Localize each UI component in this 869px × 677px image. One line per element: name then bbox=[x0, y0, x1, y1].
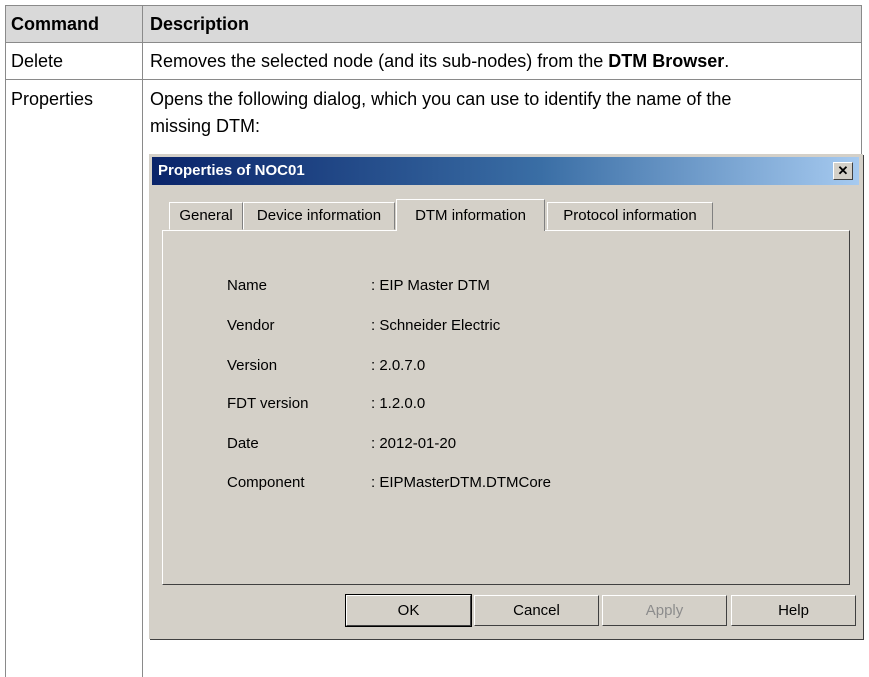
tab-general[interactable]: General bbox=[169, 202, 243, 230]
field-component-value: : EIPMasterDTM.DTMCore bbox=[371, 474, 552, 491]
table-border-top bbox=[5, 5, 862, 6]
field-date-label: Date bbox=[227, 435, 259, 452]
table-border-right bbox=[861, 5, 862, 155]
field-name-value: : EIP Master DTM bbox=[371, 277, 490, 294]
row-properties-description-line2: missing DTM: bbox=[150, 116, 261, 136]
apply-button[interactable]: Apply bbox=[602, 595, 727, 626]
ok-button[interactable]: OK bbox=[345, 594, 472, 627]
properties-dialog: Properties of NOC01 ✕ General Device inf… bbox=[149, 154, 863, 639]
row-properties-command: Properties bbox=[11, 89, 94, 109]
field-date-value: : 2012-01-20 bbox=[371, 435, 457, 452]
dtm-information-panel: Name : EIP Master DTM Vendor : Schneider… bbox=[162, 230, 850, 585]
dialog-title: Properties of NOC01 bbox=[158, 162, 305, 179]
row-delete-description: Removes the selected node (and its sub-n… bbox=[150, 48, 729, 75]
row-delete-command: Delete bbox=[11, 51, 64, 71]
cancel-button[interactable]: Cancel bbox=[474, 595, 599, 626]
table-row-divider bbox=[5, 79, 862, 80]
field-component-label: Component bbox=[227, 474, 305, 491]
field-vendor-label: Vendor bbox=[227, 317, 275, 334]
tab-device-information[interactable]: Device information bbox=[243, 202, 395, 230]
tab-protocol-information[interactable]: Protocol information bbox=[547, 202, 713, 230]
header-description: Description bbox=[150, 14, 250, 34]
dialog-title-bar[interactable]: Properties of NOC01 ✕ bbox=[152, 157, 859, 185]
field-fdt-version-label: FDT version bbox=[227, 395, 309, 412]
table-column-divider bbox=[142, 5, 143, 677]
table-header-divider bbox=[5, 42, 862, 43]
row-delete-description-text: Removes the selected node (and its sub-n… bbox=[150, 51, 609, 71]
table-header-row bbox=[5, 5, 862, 42]
help-button[interactable]: Help bbox=[731, 595, 856, 626]
tab-dtm-information[interactable]: DTM information bbox=[396, 199, 545, 231]
row-properties-description-line1: Opens the following dialog, which you ca… bbox=[150, 89, 732, 109]
row-delete-description-period: . bbox=[724, 51, 730, 71]
field-fdt-version-value: : 1.2.0.0 bbox=[371, 395, 426, 412]
close-icon[interactable]: ✕ bbox=[833, 162, 853, 180]
field-version-value: : 2.0.7.0 bbox=[371, 357, 426, 374]
field-version-label: Version bbox=[227, 357, 278, 374]
dtm-browser-term: DTM Browser bbox=[608, 51, 725, 71]
field-name-label: Name bbox=[227, 277, 268, 294]
table-border-left bbox=[5, 5, 6, 677]
field-vendor-value: : Schneider Electric bbox=[371, 317, 501, 334]
header-command: Command bbox=[11, 14, 100, 34]
